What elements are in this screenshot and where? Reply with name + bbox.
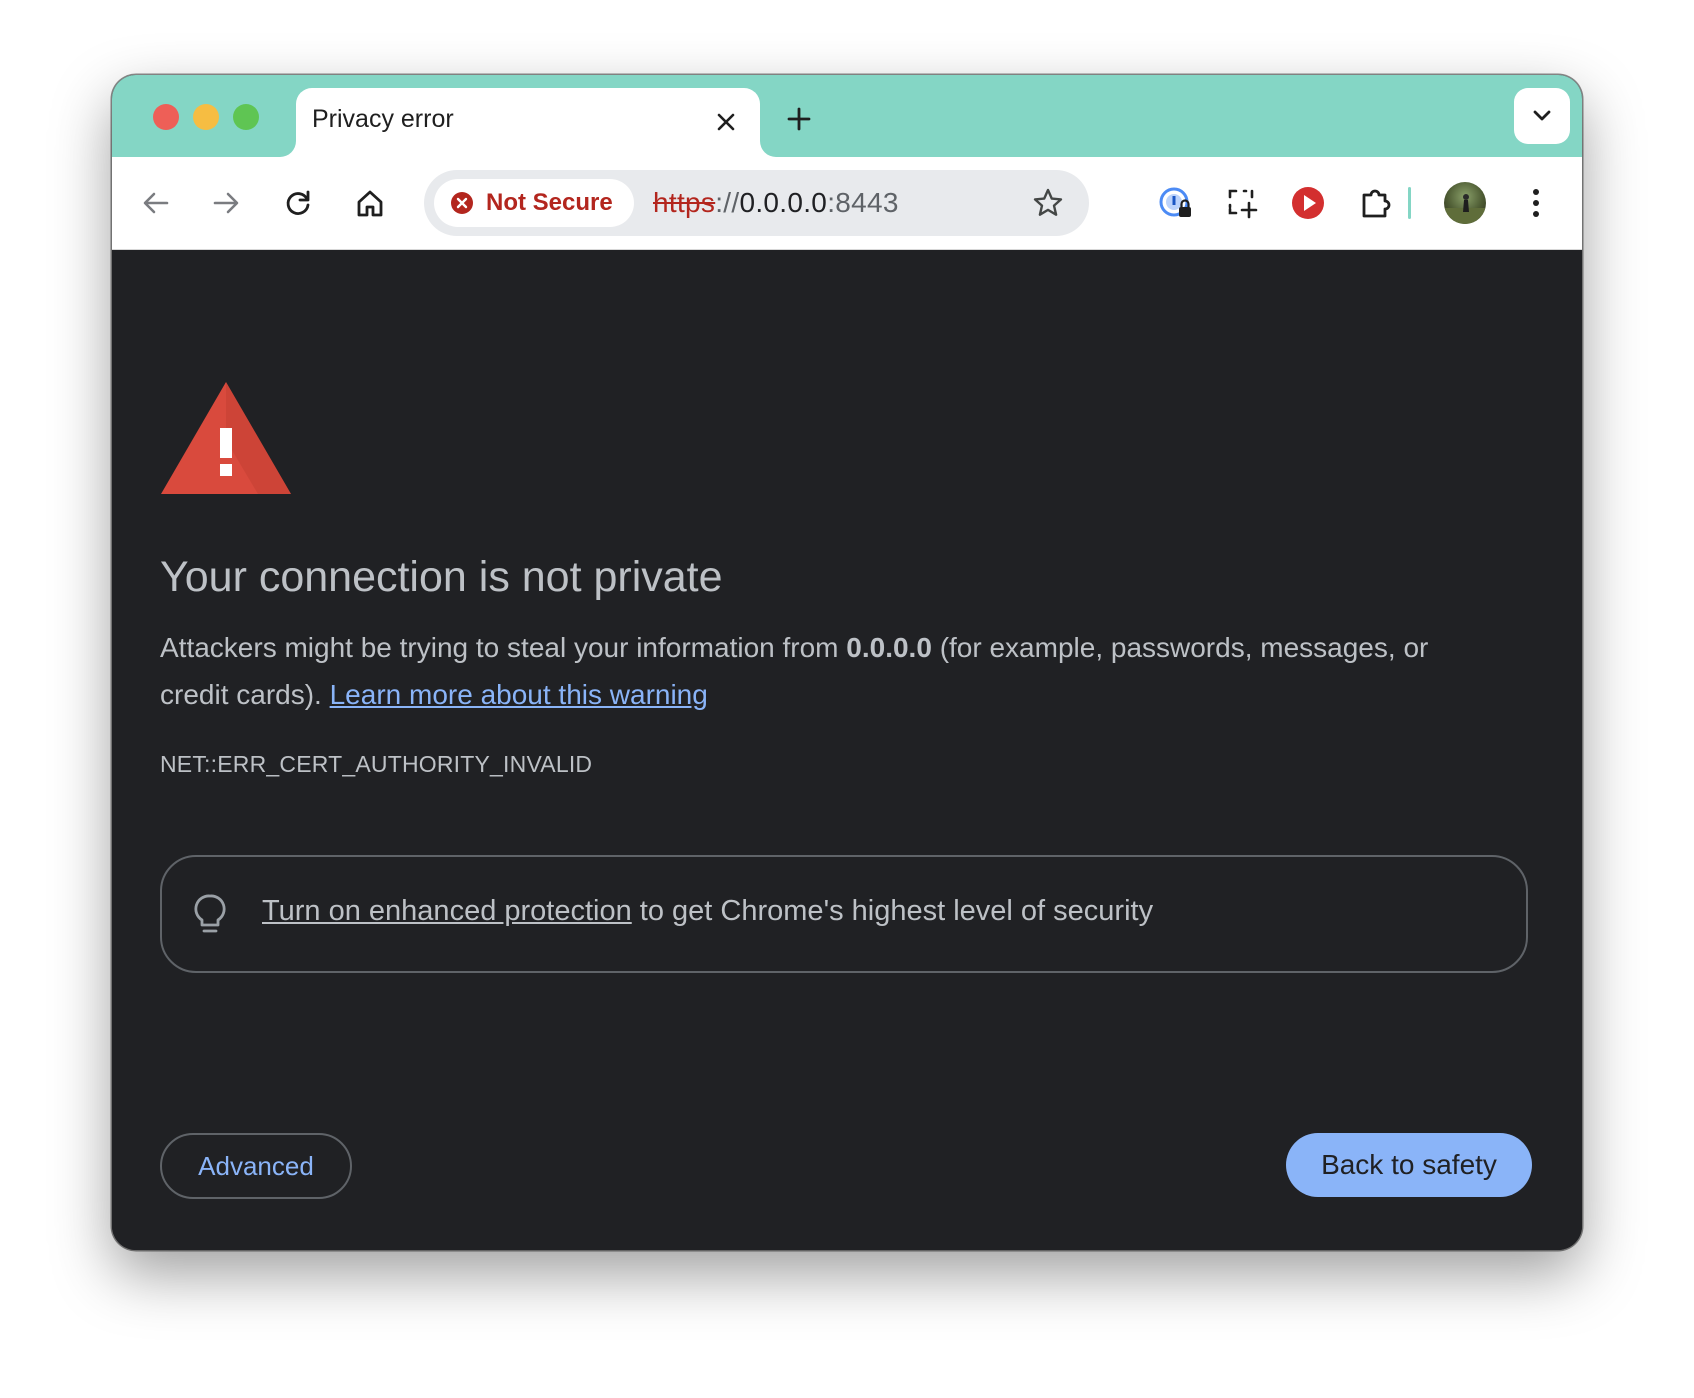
minimize-window-button[interactable] — [193, 104, 219, 130]
browser-window: Privacy error Not Secure https://0.0.0.0… — [112, 75, 1582, 1250]
not-secure-error-icon — [450, 191, 474, 215]
warning-description: Attackers might be trying to steal your … — [160, 624, 1490, 718]
arrow-forward-icon[interactable] — [202, 179, 250, 227]
reload-icon[interactable] — [274, 179, 322, 227]
tab-strip: Privacy error — [112, 75, 1582, 157]
url-scheme: https — [653, 187, 716, 218]
enhanced-protection-rest: to get Chrome's highest level of securit… — [631, 895, 1154, 927]
security-label: Not Secure — [486, 189, 613, 216]
screenshot-crop-icon[interactable] — [1218, 179, 1266, 227]
url-host: 0.0.0.0 — [739, 187, 828, 218]
learn-more-link[interactable]: Learn more about this warning — [330, 679, 708, 710]
puzzle-piece-icon[interactable] — [1352, 179, 1400, 227]
password-lock-icon[interactable] — [1152, 179, 1200, 227]
close-window-button[interactable] — [153, 104, 179, 130]
page-title: Your connection is not private — [160, 553, 723, 601]
arrow-back-icon[interactable] — [132, 179, 180, 227]
url-separator: :// — [715, 187, 740, 218]
toolbar-divider — [1408, 187, 1411, 219]
three-dots-menu-icon[interactable] — [1512, 179, 1560, 227]
enhanced-protection-link[interactable]: Turn on enhanced protection — [262, 895, 632, 927]
tab-close-icon[interactable] — [712, 108, 740, 136]
description-prefix: Attackers might be trying to steal your … — [160, 632, 847, 663]
star-icon[interactable] — [1029, 184, 1067, 222]
new-tab-plus-icon[interactable] — [782, 102, 816, 136]
play-circle-icon[interactable] — [1284, 179, 1332, 227]
tab-title: Privacy error — [312, 105, 454, 133]
home-icon[interactable] — [346, 179, 394, 227]
url-port: :8443 — [827, 187, 899, 218]
description-host: 0.0.0.0 — [846, 632, 932, 663]
enhanced-protection-banner: Turn on enhanced protection to get Chrom… — [160, 855, 1528, 973]
lightbulb-icon — [192, 893, 228, 937]
omnibox[interactable]: Not Secure https://0.0.0.0:8443 — [424, 170, 1089, 236]
warning-triangle-icon — [160, 380, 292, 501]
security-chip[interactable]: Not Secure — [434, 179, 634, 227]
advanced-button[interactable]: Advanced — [160, 1133, 352, 1199]
maximize-window-button[interactable] — [233, 104, 259, 130]
profile-avatar[interactable] — [1444, 182, 1486, 224]
toolbar: Not Secure https://0.0.0.0:8443 — [112, 157, 1582, 250]
url-text[interactable]: https://0.0.0.0:8443 — [653, 187, 899, 219]
tab-search-chevron-down-icon[interactable] — [1514, 88, 1570, 144]
interstitial-page — [112, 250, 1582, 1250]
back-to-safety-button[interactable]: Back to safety — [1286, 1133, 1532, 1197]
error-code: NET::ERR_CERT_AUTHORITY_INVALID — [160, 751, 593, 777]
enhanced-protection-text: Turn on enhanced protection to get Chrom… — [262, 895, 1153, 928]
active-tab[interactable]: Privacy error — [296, 88, 760, 157]
